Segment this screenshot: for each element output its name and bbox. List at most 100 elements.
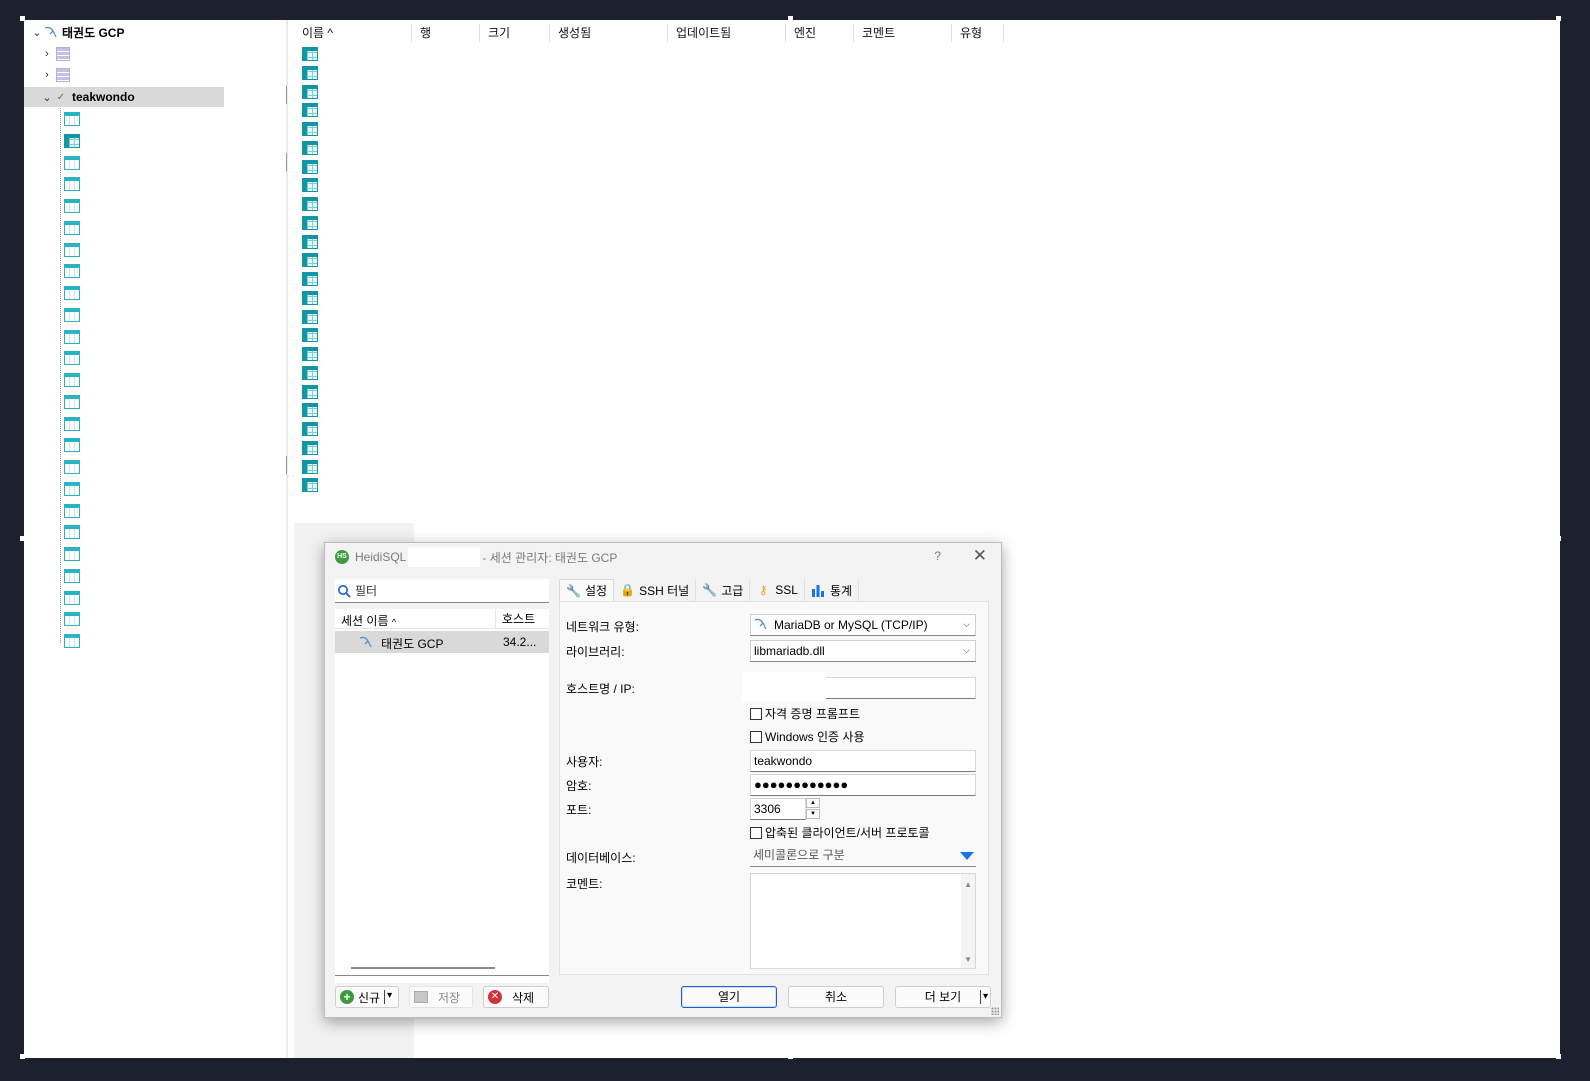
tree-database-item[interactable]: › bbox=[40, 65, 70, 85]
selection-handle[interactable] bbox=[788, 16, 793, 21]
table-icon[interactable] bbox=[64, 416, 80, 431]
table-icon[interactable] bbox=[302, 328, 318, 343]
network-type-select[interactable]: MariaDB or MySQL (TCP/IP) ⌵ bbox=[750, 614, 976, 636]
close-icon[interactable]: ✕ bbox=[973, 546, 987, 566]
table-icon[interactable] bbox=[64, 503, 80, 518]
chevron-down-icon[interactable]: ⌄ bbox=[40, 91, 54, 104]
column-host[interactable]: 호스트 bbox=[495, 609, 549, 629]
table-icon[interactable] bbox=[64, 634, 80, 648]
tree-root-session[interactable]: ⌄ 태권도 GCP bbox=[30, 22, 124, 42]
table-icon[interactable] bbox=[64, 133, 80, 148]
open-button[interactable]: 열기 bbox=[681, 986, 777, 1008]
password-input[interactable]: ●●●●●●●●●●●● bbox=[750, 774, 976, 796]
tab-statistics[interactable]: 통계 bbox=[805, 579, 860, 601]
table-icon[interactable] bbox=[302, 47, 318, 61]
table-icon[interactable] bbox=[64, 329, 80, 344]
table-icon[interactable] bbox=[302, 440, 318, 455]
column-header[interactable]: 업데이트됨 bbox=[668, 24, 786, 42]
tab-ssh-tunnel[interactable]: 🔒 SSH 터널 bbox=[614, 579, 697, 601]
settings-tabs[interactable]: 🔧 설정 🔒 SSH 터널 🔧 고급 ⚷ SSL 통계 bbox=[559, 579, 860, 601]
database-tree[interactable]: ⌄ 태권도 GCP › › ⌄ ✓ teakwondo bbox=[24, 20, 289, 1058]
stepper-up-icon[interactable]: ▲ bbox=[806, 798, 820, 808]
database-input[interactable]: 세미콜론으로 구분 bbox=[750, 845, 976, 867]
column-header[interactable]: 이름 ^ bbox=[294, 24, 412, 42]
selection-handle[interactable] bbox=[1556, 16, 1561, 21]
table-icon[interactable] bbox=[302, 347, 318, 361]
table-icon[interactable] bbox=[302, 197, 318, 211]
selection-handle[interactable] bbox=[20, 1054, 25, 1059]
dropdown-arrow-icon[interactable] bbox=[960, 852, 974, 860]
table-icon[interactable] bbox=[64, 199, 80, 213]
table-icon[interactable] bbox=[64, 112, 80, 126]
column-header[interactable]: 유형 bbox=[952, 24, 1004, 42]
stepper-down-icon[interactable]: ▼ bbox=[806, 809, 820, 819]
checkbox-box[interactable] bbox=[750, 826, 762, 839]
table-icon[interactable] bbox=[64, 481, 80, 496]
table-icon[interactable] bbox=[64, 373, 80, 387]
table-icon[interactable] bbox=[302, 178, 318, 193]
dialog-titlebar[interactable]: HS HeidiSQL - 세션 관리자: 태권도 GCP ? ✕ bbox=[325, 543, 1001, 571]
table-icon[interactable] bbox=[302, 253, 318, 268]
table-icon[interactable] bbox=[64, 307, 80, 322]
table-icon[interactable] bbox=[302, 84, 318, 99]
scroll-up-icon[interactable]: ▲ bbox=[964, 880, 972, 889]
table-icon[interactable] bbox=[64, 242, 80, 257]
selection-handle[interactable] bbox=[788, 1054, 793, 1059]
column-session-name[interactable]: 세션 이름 ^ bbox=[341, 612, 396, 629]
table-icon[interactable] bbox=[302, 65, 318, 80]
column-header[interactable]: 생성됨 bbox=[550, 24, 668, 42]
selection-handle[interactable] bbox=[20, 16, 25, 21]
table-icon[interactable] bbox=[64, 460, 80, 474]
column-header[interactable]: 코멘트 bbox=[854, 24, 952, 42]
help-icon[interactable]: ? bbox=[934, 549, 941, 563]
selection-handle[interactable] bbox=[1556, 536, 1561, 541]
table-icon[interactable] bbox=[302, 422, 318, 436]
table-icon[interactable] bbox=[302, 384, 318, 399]
checkbox-box[interactable] bbox=[750, 730, 762, 743]
resize-grip[interactable] bbox=[991, 1007, 999, 1015]
table-icon[interactable] bbox=[64, 155, 80, 170]
chevron-right-icon[interactable]: › bbox=[40, 48, 54, 60]
table-icon[interactable] bbox=[302, 478, 318, 493]
tab-ssl[interactable]: ⚷ SSL bbox=[750, 579, 805, 601]
port-stepper[interactable]: ▲ ▼ bbox=[806, 798, 820, 820]
table-icon[interactable] bbox=[64, 351, 80, 366]
table-icon[interactable] bbox=[302, 365, 318, 380]
column-header[interactable]: 행 bbox=[412, 24, 480, 42]
session-filter-input[interactable]: 필터 bbox=[335, 579, 549, 603]
table-icon[interactable] bbox=[302, 309, 318, 324]
table-icon[interactable] bbox=[64, 568, 80, 583]
vertical-scrollbar[interactable]: ▲ ▼ bbox=[961, 874, 975, 968]
horizontal-scrollbar[interactable] bbox=[351, 967, 495, 969]
table-icon[interactable] bbox=[64, 590, 80, 605]
checkbox-box[interactable] bbox=[750, 707, 762, 720]
panel-splitter[interactable] bbox=[286, 20, 288, 1058]
tree-database-selected[interactable]: ⌄ ✓ teakwondo bbox=[24, 87, 224, 107]
table-icon[interactable] bbox=[64, 612, 80, 627]
delete-button[interactable]: ✕ 삭제 bbox=[483, 986, 549, 1008]
table-icon[interactable] bbox=[302, 103, 318, 118]
column-header[interactable]: 엔진 bbox=[786, 24, 854, 42]
user-input[interactable]: teakwondo bbox=[750, 750, 976, 772]
comment-textarea[interactable]: ▲ ▼ bbox=[750, 873, 976, 969]
table-icon[interactable] bbox=[302, 234, 318, 249]
chevron-down-icon[interactable]: ⌄ bbox=[30, 26, 44, 39]
session-list[interactable]: 세션 이름 ^ 호스트 태권도 GCP 34.2... bbox=[335, 609, 549, 983]
tree-database-item[interactable]: › bbox=[40, 44, 70, 64]
table-icon[interactable] bbox=[302, 159, 318, 174]
table-icon[interactable] bbox=[64, 220, 80, 235]
table-icon[interactable] bbox=[64, 438, 80, 453]
table-icon[interactable] bbox=[302, 290, 318, 305]
table-icon[interactable] bbox=[64, 286, 80, 300]
table-icon[interactable] bbox=[302, 459, 318, 474]
tab-advanced[interactable]: 🔧 고급 bbox=[696, 579, 751, 601]
table-icon[interactable] bbox=[302, 403, 318, 418]
more-button[interactable]: 더 보기 ▾ bbox=[895, 986, 991, 1008]
chevron-right-icon[interactable]: › bbox=[40, 69, 54, 81]
windows-auth-checkbox[interactable]: Windows 인증 사용 bbox=[750, 728, 865, 745]
table-icon[interactable] bbox=[64, 177, 80, 192]
table-icon[interactable] bbox=[302, 140, 318, 155]
table-icon[interactable] bbox=[302, 272, 318, 286]
table-icon[interactable] bbox=[302, 122, 318, 136]
selection-handle[interactable] bbox=[20, 536, 25, 541]
